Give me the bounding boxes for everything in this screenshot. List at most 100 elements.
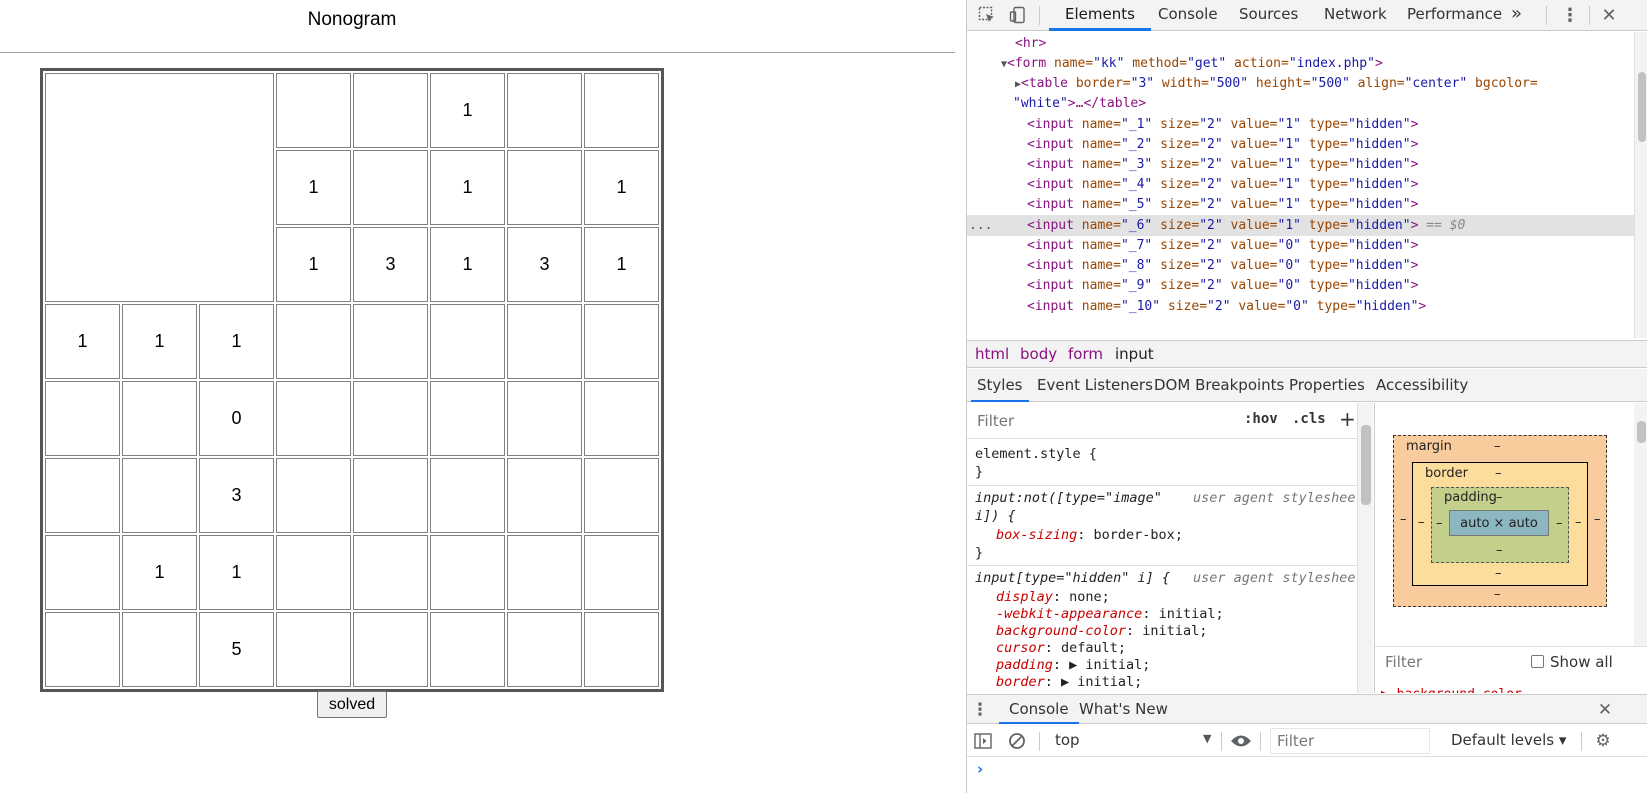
tab-elements[interactable]: Elements [1049,0,1151,31]
puzzle-cell[interactable] [507,458,582,533]
chevron-down-icon[interactable]: ▼ [1203,732,1211,745]
css-property: display [996,589,1053,605]
puzzle-cell[interactable] [430,535,505,610]
puzzle-cell[interactable] [507,304,582,379]
log-levels-dropdown[interactable]: Default levels ▾ [1451,731,1566,749]
clear-console-icon[interactable] [1007,731,1027,751]
scrollbar-thumb[interactable] [1361,425,1371,505]
tab-network[interactable]: Network [1324,0,1387,31]
puzzle-cell[interactable] [507,612,582,687]
tab-properties[interactable]: Properties [1289,369,1365,402]
breadcrumb-html[interactable]: html [975,345,1009,363]
solved-button[interactable]: solved [317,691,387,718]
dom-node-input[interactable]: <input name="_8" size="2" value="0" type… [967,255,1634,276]
styles-filter-input[interactable] [975,409,1255,433]
dom-node-form[interactable]: ▼<form name="kk" method="get" action="in… [967,53,1634,74]
show-all-checkbox[interactable]: Show all [1531,653,1613,671]
tab-sources[interactable]: Sources [1239,0,1298,31]
console-filter-input[interactable]: Filter [1270,728,1430,754]
node-actions-icon[interactable]: ... [969,215,992,236]
puzzle-cell[interactable] [430,304,505,379]
breadcrumb-body[interactable]: body [1020,345,1057,363]
column-clue-cell: 1 [276,150,351,225]
close-devtools-icon[interactable]: ✕ [1598,4,1620,26]
puzzle-cell[interactable] [430,612,505,687]
live-expression-eye-icon[interactable] [1229,731,1253,751]
box-model-scrollbar[interactable] [1634,403,1647,646]
dom-node-table[interactable]: ▶<table border="3" width="500" height="5… [967,73,1634,94]
dom-node-input-selected[interactable]: ... <input name="_6" size="2" value="1" t… [967,215,1634,236]
scrollbar-thumb[interactable] [1637,421,1646,443]
checkbox-icon[interactable] [1531,655,1544,668]
puzzle-cell[interactable] [584,381,659,456]
inspect-element-icon[interactable] [976,4,998,26]
hov-toggle[interactable]: :hov [1244,411,1278,427]
puzzle-cell[interactable] [276,612,351,687]
dom-node-input[interactable]: <input name="_5" size="2" value="1" type… [967,194,1634,215]
element-style-selector[interactable]: element.style { [975,446,1097,462]
rule-divider [967,565,1357,566]
tab-accessibility[interactable]: Accessibility [1376,369,1468,402]
puzzle-cell[interactable] [276,535,351,610]
cls-toggle[interactable]: .cls [1292,411,1326,427]
drawer-menu-icon[interactable]: ⋮ [971,700,989,720]
tab-dom-breakpoints[interactable]: DOM Breakpoints [1154,369,1284,402]
console-settings-gear-icon[interactable]: ⚙ [1593,731,1613,751]
puzzle-cell[interactable] [507,381,582,456]
puzzle-cell[interactable] [507,535,582,610]
device-toolbar-icon[interactable] [1007,4,1029,26]
puzzle-cell[interactable] [584,612,659,687]
breadcrumb-form[interactable]: form [1068,345,1103,363]
scrollbar-thumb[interactable] [1638,72,1646,142]
column-clue-cell: 1 [584,150,659,225]
puzzle-cell[interactable] [353,458,428,533]
styles-scrollbar[interactable] [1357,403,1373,693]
breadcrumb-input[interactable]: input [1115,345,1154,363]
attr-text: name= [1073,299,1121,314]
console-prompt[interactable]: › [977,760,983,778]
attr-text: name= [1073,117,1121,132]
more-tabs-icon[interactable]: » [1511,0,1522,31]
horizontal-rule [0,52,955,53]
puzzle-cell[interactable] [276,304,351,379]
drawer-tab-console[interactable]: Console [999,695,1079,724]
dom-node-input[interactable]: <input name="_10" size="2" value="0" typ… [967,296,1634,317]
puzzle-cell[interactable] [430,458,505,533]
puzzle-cell[interactable] [353,304,428,379]
puzzle-cell[interactable] [584,304,659,379]
puzzle-cell[interactable] [584,458,659,533]
puzzle-cell[interactable] [276,458,351,533]
new-style-rule-icon[interactable]: + [1339,407,1356,431]
context-selector[interactable]: top [1055,731,1080,749]
value-text: "index.php" [1288,56,1375,71]
puzzle-cell[interactable] [430,381,505,456]
dom-node-input[interactable]: <input name="_7" size="2" value="0" type… [967,235,1634,256]
dom-node-input[interactable]: <input name="_1" size="2" value="1" type… [967,114,1634,135]
dom-node-hr[interactable]: <hr> [967,33,1634,54]
dom-node-input[interactable]: <input name="_3" size="2" value="1" type… [967,154,1634,175]
show-console-sidebar-icon[interactable] [973,731,993,751]
dom-node-table-continued[interactable]: "white">…</table> [967,93,1634,114]
puzzle-cell[interactable] [353,612,428,687]
computed-filter-input[interactable]: Filter [1385,653,1422,671]
puzzle-cell[interactable] [276,381,351,456]
tab-styles[interactable]: Styles [971,369,1029,402]
dom-node-input[interactable]: <input name="_2" size="2" value="1" type… [967,134,1634,155]
puzzle-cell[interactable] [353,381,428,456]
tab-console[interactable]: Console [1158,0,1218,31]
dom-node-input[interactable]: <input name="_9" size="2" value="0" type… [967,275,1634,296]
box-model-pane: margin – – – – border – – – – padding – … [1374,403,1647,693]
tab-event-listeners[interactable]: Event Listeners [1037,369,1153,402]
kebab-menu-icon[interactable]: ⋮ [1559,4,1581,26]
column-clue-cell: 3 [507,227,582,302]
dom-tree-scrollbar[interactable] [1634,32,1647,338]
value-text: "_10" [1120,299,1161,314]
tab-performance[interactable]: Performance [1407,0,1502,31]
puzzle-cell[interactable] [584,535,659,610]
computed-property-background-color[interactable]: ▶ background-color [1381,687,1522,693]
close-drawer-icon[interactable]: ✕ [1595,700,1615,720]
dom-node-input[interactable]: <input name="_4" size="2" value="1" type… [967,174,1634,195]
puzzle-cell[interactable] [353,535,428,610]
drawer-tab-whats-new[interactable]: What's New [1073,695,1174,724]
rule-selector: i]) { [975,508,1016,524]
